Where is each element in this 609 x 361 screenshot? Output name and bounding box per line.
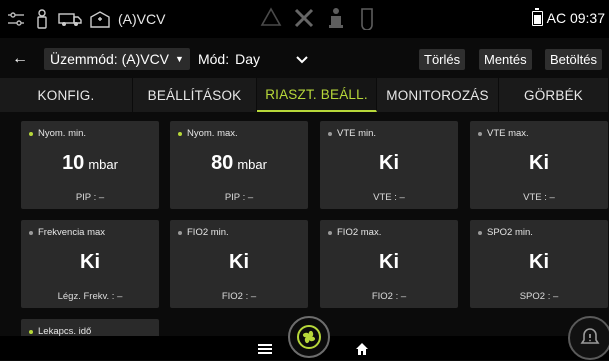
alarm-current-reading: Légz. Frekv. : – xyxy=(57,291,123,302)
status-time: AC 09:37 xyxy=(531,7,605,26)
status-time-text: AC 09:37 xyxy=(546,10,605,26)
mode-select[interactable]: Üzemmód: (A)VCV ▼ xyxy=(44,48,190,70)
inactive-dot-icon xyxy=(328,131,332,136)
alarm-value: Ki xyxy=(229,251,249,273)
tab-monitoring[interactable]: MONITOROZÁS xyxy=(377,78,499,112)
person-icon xyxy=(32,9,52,29)
alarm-card-vte-max[interactable]: VTE max. Ki VTE : – xyxy=(470,121,608,209)
tab-alarm-settings[interactable]: RIASZT. BEÁLL. xyxy=(257,78,377,112)
alarm-current-reading: VTE : – xyxy=(373,192,405,203)
status-mode-text: (A)VCV xyxy=(118,11,166,27)
tools-icon xyxy=(292,6,316,35)
oxygen-icon xyxy=(356,6,378,35)
active-dot-icon xyxy=(29,329,33,334)
delete-button[interactable]: Törlés xyxy=(419,49,466,70)
mod-label: Mód: xyxy=(197,51,230,67)
alarm-card-pressure-max[interactable]: Nyom. max. 80 mbar PIP : – xyxy=(170,121,308,209)
alarm-card-fio2-max[interactable]: FIO2 max. Ki FIO2 : – xyxy=(320,220,458,308)
alarm-value: Ki xyxy=(379,251,399,273)
save-button[interactable]: Mentés xyxy=(479,49,532,70)
toolbar: ← Üzemmód: (A)VCV ▼ Mód: Day Törlés Ment… xyxy=(0,44,609,74)
status-bar: (A)VCV AC 09:37 xyxy=(0,0,609,38)
active-dot-icon xyxy=(29,131,33,136)
alarm-card-pressure-min[interactable]: Nyom. min. 10 mbar PIP : – xyxy=(21,121,159,209)
alarm-title: Nyom. min. xyxy=(38,128,87,139)
status-center-icons xyxy=(260,6,378,35)
alarm-title: VTE max. xyxy=(487,128,529,139)
tab-config[interactable]: KONFIG. xyxy=(0,78,133,112)
inactive-dot-icon xyxy=(178,230,182,235)
alarm-title: FIO2 min. xyxy=(187,227,229,238)
tab-curves[interactable]: GÖRBÉK xyxy=(499,78,609,112)
warning-triangle-icon xyxy=(260,6,282,35)
inactive-dot-icon xyxy=(478,131,482,136)
alarm-current-reading: PIP : – xyxy=(75,192,105,203)
back-arrow-icon[interactable]: ← xyxy=(6,50,34,68)
alarm-unit: mbar xyxy=(237,157,267,172)
ambulance-icon xyxy=(58,9,82,29)
alarm-current-reading: FIO2 : – xyxy=(221,291,257,302)
alarm-card-fio2-min[interactable]: FIO2 min. Ki FIO2 : – xyxy=(170,220,308,308)
alarm-card-spo2-min[interactable]: SPO2 min. Ki SPO2 : – xyxy=(470,220,608,308)
load-button[interactable]: Betöltés xyxy=(545,49,602,70)
alarm-current-reading: VTE : – xyxy=(523,192,555,203)
hospital-icon xyxy=(88,9,112,29)
alarm-value: Ki xyxy=(529,152,549,174)
alarm-current-reading: PIP : – xyxy=(224,192,254,203)
alarm-unit: mbar xyxy=(88,157,118,172)
alarm-value: Ki xyxy=(379,152,399,174)
settings-sliders-icon xyxy=(6,9,26,29)
menu-icon[interactable] xyxy=(258,344,272,354)
alarm-current-reading: FIO2 : – xyxy=(371,291,407,302)
mod-value[interactable]: Day xyxy=(235,51,260,67)
alarm-current-reading: SPO2 : – xyxy=(519,291,559,302)
mode-select-label: Üzemmód: (A)VCV xyxy=(50,51,170,67)
alarm-bell-icon[interactable] xyxy=(568,316,609,360)
home-icon[interactable] xyxy=(355,342,369,361)
tab-bar: KONFIG. BEÁLLÍTÁSOK RIASZT. BEÁLL. MONIT… xyxy=(0,78,609,112)
alarm-card-frequency-max[interactable]: Frekvencia max Ki Légz. Frekv. : – xyxy=(21,220,159,308)
alarm-value: Ki xyxy=(80,251,100,273)
alarm-title: Nyom. max. xyxy=(187,128,238,139)
patient-icon xyxy=(326,6,346,35)
tab-settings[interactable]: BEÁLLÍTÁSOK xyxy=(133,78,257,112)
mod-dropdown-chevron-icon[interactable] xyxy=(296,52,308,67)
alarm-value: 10 xyxy=(62,152,85,174)
alarm-title: SPO2 min. xyxy=(487,227,533,238)
inactive-dot-icon xyxy=(328,230,332,235)
alarm-value: Ki xyxy=(529,251,549,273)
alarm-value: 80 xyxy=(211,152,234,174)
chevron-down-icon: ▼ xyxy=(175,54,184,64)
fan-icon[interactable] xyxy=(288,316,330,358)
alarm-card-vte-min[interactable]: VTE min. Ki VTE : – xyxy=(320,121,458,209)
alarm-title: FIO2 max. xyxy=(337,227,382,238)
alarm-title: VTE min. xyxy=(337,128,377,139)
active-dot-icon xyxy=(178,131,182,136)
inactive-dot-icon xyxy=(29,230,33,235)
alarm-title: Frekvencia max xyxy=(38,227,106,238)
battery-icon xyxy=(531,7,543,26)
inactive-dot-icon xyxy=(478,230,482,235)
